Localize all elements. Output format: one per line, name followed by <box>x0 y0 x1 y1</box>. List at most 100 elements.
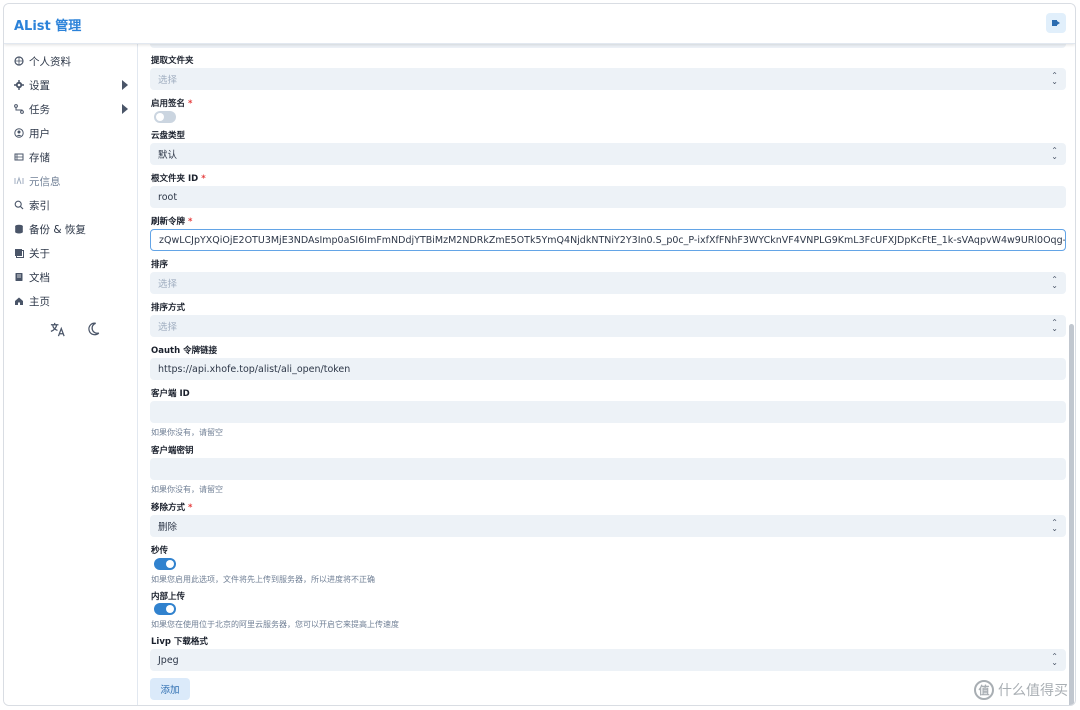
top-header: AList 管理 <box>4 4 1075 44</box>
search-icon <box>13 200 24 211</box>
sidebar-item-home[interactable]: 主页 <box>4 289 137 313</box>
enable-sign-toggle[interactable] <box>154 111 176 123</box>
internal-upload-label: 内部上传 <box>151 592 186 602</box>
moon-icon[interactable] <box>84 320 102 338</box>
label-text: 刷新令牌 <box>151 217 186 227</box>
sidebar-item-label: 备份 & 恢复 <box>29 223 86 236</box>
sidebar-item-label: 元信息 <box>29 175 61 188</box>
select-arrows-icon: ⌃ ⌄ <box>1051 318 1058 333</box>
label-text: 启用签名 <box>151 99 186 109</box>
watermark-logo-icon: 值 <box>974 680 994 700</box>
sidebar-item-users[interactable]: 用户 <box>4 121 137 145</box>
order-direction-label: 排序方式 <box>151 303 186 313</box>
sidebar-item-about[interactable]: 关于 <box>4 241 137 265</box>
client-secret-input[interactable] <box>150 458 1066 480</box>
livp-format-select[interactable]: Jpeg ⌃ ⌄ <box>150 649 1066 671</box>
sidebar-item-label: 个人资料 <box>29 55 71 68</box>
extract-folder-select[interactable]: 选择 ⌃ ⌄ <box>150 68 1066 90</box>
sidebar-item-label: 设置 <box>29 79 50 92</box>
book-icon <box>13 272 24 283</box>
user-icon <box>13 128 24 139</box>
label-text: 根文件夹 ID <box>151 174 199 184</box>
internal-upload-help: 如果您在使用位于北京的阿里云服务器，您可以开启它来提高上传速度 <box>151 620 399 629</box>
sidebar-item-label: 主页 <box>29 295 50 308</box>
sidebar-item-label: 索引 <box>29 199 50 212</box>
client-id-help: 如果你没有，请留空 <box>151 428 223 437</box>
globe-icon <box>13 56 24 67</box>
sidebar-item-label: 任务 <box>29 103 50 116</box>
main-content: 提取文件夹 选择 ⌃ ⌄ 启用签名 * 云盘类型 默认 ⌃ ⌄ 根文件夹 ID * root… <box>139 38 1075 705</box>
gear-icon <box>13 80 24 91</box>
expand-arrow-icon[interactable] <box>122 104 128 114</box>
select-arrows-icon: ⌃ ⌄ <box>1051 146 1058 161</box>
order-by-label: 排序 <box>151 260 169 270</box>
meta-icon <box>13 176 24 187</box>
info-icon <box>13 248 24 259</box>
client-id-input[interactable] <box>150 401 1066 423</box>
logout-button[interactable] <box>1046 13 1066 33</box>
required-mark: * <box>188 217 193 227</box>
select-arrows-icon: ⌃ ⌄ <box>1051 652 1058 667</box>
oauth-url-label: Oauth 令牌链接 <box>151 346 218 356</box>
client-secret-label: 客户端密钥 <box>151 446 194 456</box>
select-value: 默认 <box>158 150 178 161</box>
watermark: 值 什么值得买 <box>974 680 1068 700</box>
order-direction-select[interactable]: 选择 ⌃ ⌄ <box>150 315 1066 337</box>
required-mark: * <box>188 503 193 513</box>
sidebar-tools <box>48 320 102 338</box>
scrollbar[interactable] <box>1069 324 1074 705</box>
app-title[interactable]: AList 管理 <box>14 15 81 34</box>
rapid-upload-help: 如果您启用此选项，文件将先上传到服务器，所以进度将不正确 <box>151 575 375 584</box>
select-value: 选择 <box>158 279 178 290</box>
sidebar-item-backup[interactable]: 备份 & 恢复 <box>4 217 137 241</box>
select-value: 选择 <box>158 75 178 86</box>
backup-icon <box>13 224 24 235</box>
watermark-text: 什么值得买 <box>998 683 1068 699</box>
client-id-label: 客户端 ID <box>151 389 190 399</box>
sidebar-item-label: 存储 <box>29 151 50 164</box>
sidebar-item-index[interactable]: 索引 <box>4 193 137 217</box>
database-icon <box>13 152 24 163</box>
select-arrows-icon: ⌃ ⌄ <box>1051 518 1058 533</box>
remove-way-select[interactable]: 删除 ⌃ ⌄ <box>150 515 1066 537</box>
oauth-url-input[interactable]: https://api.xhofe.top/alist/ali_open/tok… <box>150 358 1066 380</box>
root-folder-id-input[interactable]: root <box>150 186 1066 208</box>
route-icon <box>13 104 24 115</box>
required-mark: * <box>188 99 193 109</box>
remove-way-label: 移除方式 * <box>151 501 192 513</box>
label-text: 移除方式 <box>151 503 186 513</box>
app-window: AList 管理 个人资料 设置 任务 用户 存储 元信息 索引 备份 & 恢复… <box>3 3 1076 706</box>
sidebar: 个人资料 设置 任务 用户 存储 元信息 索引 备份 & 恢复 关于 文档 主页 <box>4 44 138 705</box>
expand-arrow-icon[interactable] <box>122 80 128 90</box>
cloud-type-label: 云盘类型 <box>151 131 186 141</box>
extract-folder-label: 提取文件夹 <box>151 56 194 66</box>
sidebar-item-settings[interactable]: 设置 <box>4 73 137 97</box>
select-arrows-icon: ⌃ ⌄ <box>1051 275 1058 290</box>
sidebar-item-profile[interactable]: 个人资料 <box>4 49 137 73</box>
rapid-upload-label: 秒传 <box>151 546 169 556</box>
sidebar-item-storage[interactable]: 存储 <box>4 145 137 169</box>
select-value: 选择 <box>158 322 178 333</box>
sidebar-item-label: 关于 <box>29 247 50 260</box>
cloud-type-select[interactable]: 默认 ⌃ ⌄ <box>150 143 1066 165</box>
translate-icon[interactable] <box>48 320 66 338</box>
sidebar-item-tasks[interactable]: 任务 <box>4 97 137 121</box>
select-value: Jpeg <box>158 654 179 666</box>
required-mark: * <box>201 174 206 184</box>
select-value: 删除 <box>158 522 178 533</box>
refresh-token-label: 刷新令牌 * <box>151 215 192 227</box>
rapid-upload-toggle[interactable] <box>154 558 176 570</box>
sidebar-item-label: 用户 <box>29 127 50 140</box>
internal-upload-toggle[interactable] <box>154 603 176 615</box>
home-icon <box>13 296 24 307</box>
client-secret-help: 如果你没有，请留空 <box>151 485 223 494</box>
enable-sign-label: 启用签名 * <box>151 97 192 109</box>
sidebar-item-meta[interactable]: 元信息 <box>4 169 137 193</box>
sidebar-item-label: 文档 <box>29 271 50 284</box>
sidebar-item-docs[interactable]: 文档 <box>4 265 137 289</box>
add-button[interactable]: 添加 <box>150 678 190 700</box>
order-by-select[interactable]: 选择 ⌃ ⌄ <box>150 272 1066 294</box>
root-folder-id-label: 根文件夹 ID * <box>151 172 206 184</box>
refresh-token-input[interactable]: zQwLCJpYXQiOjE2OTU3MjE3NDAsImp0aSI6ImFmN… <box>150 229 1066 251</box>
select-arrows-icon: ⌃ ⌄ <box>1051 71 1058 86</box>
